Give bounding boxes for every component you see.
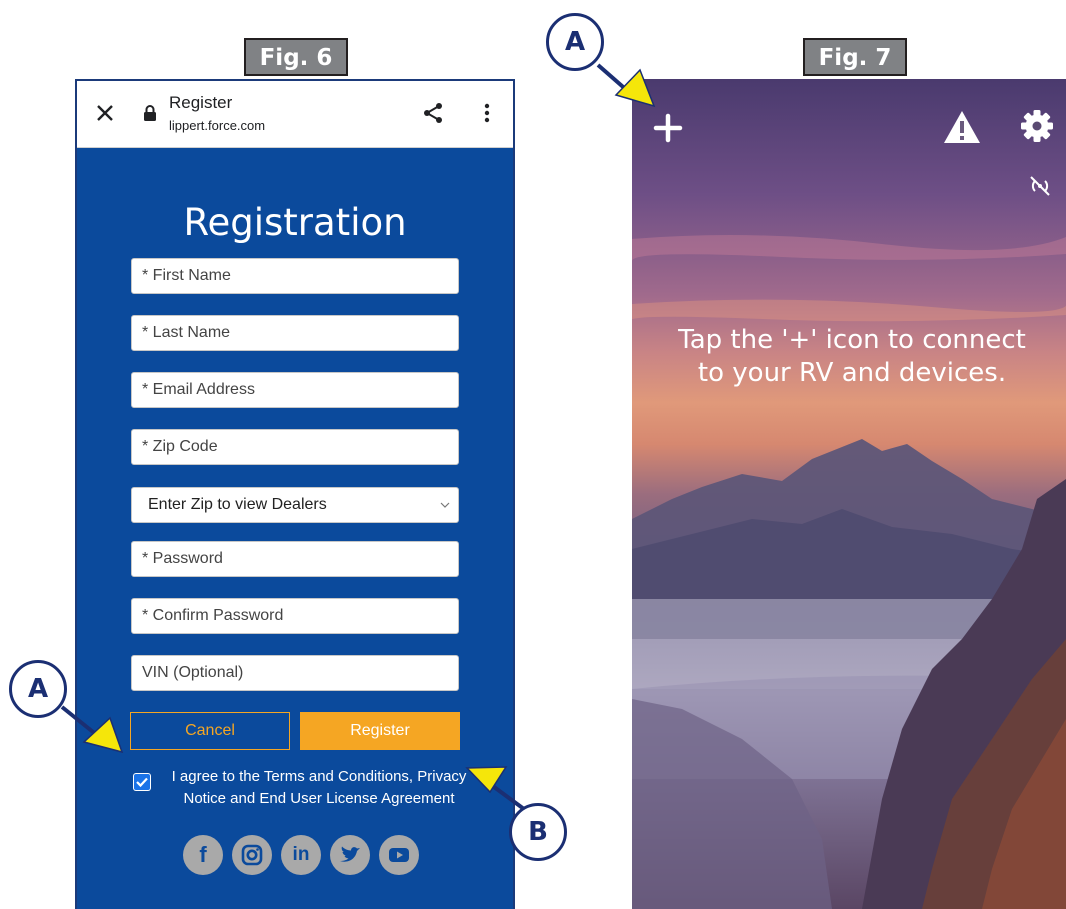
facebook-icon[interactable]: f <box>183 835 223 875</box>
first-name-field[interactable]: * First Name <box>131 258 459 294</box>
fig6-registration-screen: Register lippert.force.com Registration … <box>75 79 515 909</box>
lock-icon <box>144 105 156 121</box>
confirm-password-field[interactable]: * Confirm Password <box>131 598 459 634</box>
connect-instructions: Tap the '+' icon to connect to your RV a… <box>678 325 1026 388</box>
gear-icon[interactable] <box>1020 109 1054 143</box>
close-icon[interactable] <box>93 101 117 125</box>
twitter-icon[interactable] <box>330 835 370 875</box>
youtube-icon[interactable] <box>379 835 419 875</box>
agree-terms-label: I agree to the Terms and Conditions, Pri… <box>171 768 467 807</box>
checkmark-icon <box>134 774 150 790</box>
vin-field[interactable]: VIN (Optional) <box>131 655 459 691</box>
password-field[interactable]: * Password <box>131 541 459 577</box>
warning-icon[interactable] <box>943 109 981 145</box>
cancel-button[interactable]: Cancel <box>130 712 290 750</box>
callout-b-fig6: B <box>509 803 567 861</box>
browser-page-title: Register <box>169 93 233 112</box>
dealer-select-value: Enter Zip to view Dealers <box>148 496 327 513</box>
agree-checkbox[interactable] <box>133 773 151 791</box>
fig7-home-screen: Tap the '+' icon to connect to your RV a… <box>632 79 1066 909</box>
registration-title: Registration <box>183 201 407 244</box>
plus-icon[interactable] <box>652 112 684 144</box>
last-name-field[interactable]: * Last Name <box>131 315 459 351</box>
no-signal-icon <box>1030 176 1050 196</box>
dealer-select[interactable]: Enter Zip to view Dealers <box>131 487 459 523</box>
browser-bar: Register lippert.force.com <box>77 81 513 148</box>
zip-code-field[interactable]: * Zip Code <box>131 429 459 465</box>
mountain-background-image <box>632 235 1066 909</box>
chevron-down-icon <box>440 502 450 508</box>
more-options-icon[interactable] <box>475 101 499 125</box>
register-button[interactable]: Register <box>300 712 460 750</box>
fig7-label: Fig. 7 <box>803 38 907 76</box>
email-field[interactable]: * Email Address <box>131 372 459 408</box>
fig6-label: Fig. 6 <box>244 38 348 76</box>
share-icon[interactable] <box>421 101 445 125</box>
instagram-icon[interactable] <box>232 835 272 875</box>
callout-a-fig7: A <box>546 13 604 71</box>
callout-a-fig6: A <box>9 660 67 718</box>
browser-url: lippert.force.com <box>169 118 266 133</box>
linkedin-icon[interactable]: in <box>281 835 321 875</box>
